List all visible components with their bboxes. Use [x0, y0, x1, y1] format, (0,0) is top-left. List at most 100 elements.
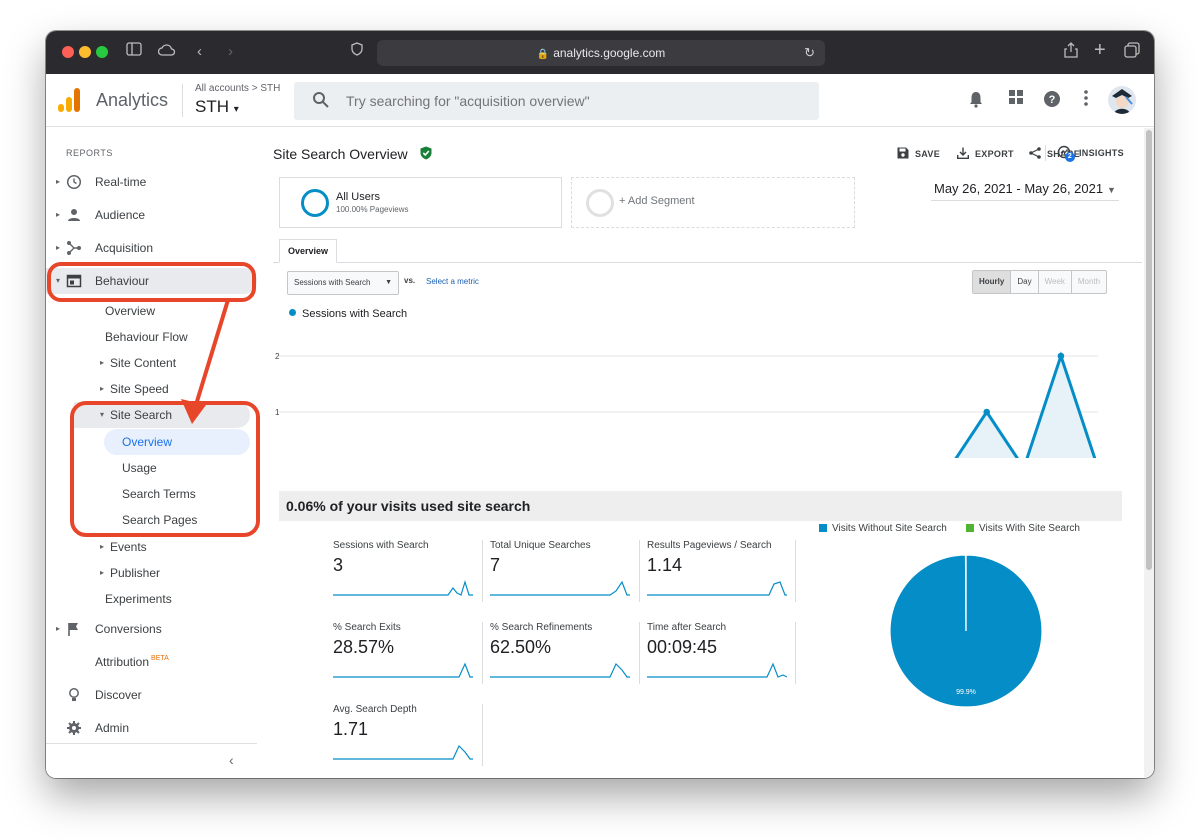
metric-label: Avg. Search Depth [333, 704, 417, 715]
search-bar[interactable] [294, 82, 819, 120]
sparkline [333, 579, 473, 596]
tile-divider [482, 704, 483, 766]
metric-tile[interactable]: Sessions with Search 3 [325, 540, 482, 602]
insights-button[interactable]: 2 INSIGHTS [1057, 145, 1124, 162]
user-avatar[interactable] [1108, 86, 1136, 114]
app-name: Analytics [96, 90, 169, 110]
apps-grid-icon[interactable] [1006, 90, 1026, 110]
site-search-pie-chart: 99.9% [889, 554, 1043, 708]
share-icon[interactable] [1064, 42, 1078, 64]
add-segment-button[interactable]: + Add Segment [571, 177, 855, 228]
metric-label: Total Unique Searches [490, 540, 591, 551]
sidebar-item-site-search[interactable]: ▾ Site Search [74, 402, 250, 428]
sidebar-item-attribution[interactable]: Attribution BETA [46, 649, 257, 675]
metric-value: 7 [490, 555, 501, 575]
reports-heading: REPORTS [66, 148, 113, 158]
granularity-toggle: Hourly Day Week Month [972, 270, 1108, 294]
tab-overview[interactable]: Overview [279, 239, 337, 263]
scrollbar-thumb[interactable] [1146, 130, 1152, 570]
analytics-logo[interactable] [58, 88, 80, 112]
site-search-summary: 0.06% of your visits used site search [279, 491, 1122, 521]
export-button[interactable]: EXPORT [957, 147, 1014, 159]
help-icon[interactable]: ? [1042, 90, 1062, 110]
metric-label: % Search Refinements [490, 622, 593, 633]
sidebar-item-publisher[interactable]: ▸ Publisher [46, 560, 257, 586]
sidebar-item-behaviour[interactable]: ▾ Behaviour [46, 268, 257, 294]
collapse-sidebar-icon[interactable]: ‹ [229, 752, 234, 768]
sidebar-item-label: Acquisition [95, 241, 154, 255]
forward-icon[interactable]: › [228, 42, 233, 62]
report-main: Site Search Overview SAVE EXPORT SHARE 2… [257, 128, 1144, 778]
sidebar-item-site-search-overview[interactable]: Overview [104, 429, 250, 455]
sidebar-item-label: Behaviour [95, 274, 150, 288]
new-tab-icon[interactable]: + [1094, 40, 1106, 60]
line-chart-legend: Sessions with Search [289, 308, 407, 320]
sidebar-divider [46, 743, 257, 744]
sidebar-item-label: Site Content [110, 356, 177, 370]
date-range-dropdown-icon[interactable]: ▼ [1107, 185, 1116, 195]
search-input[interactable] [346, 82, 806, 120]
minimize-window-button[interactable] [79, 46, 91, 58]
more-options-icon[interactable] [1076, 90, 1096, 110]
sidebar-toggle-icon[interactable] [126, 42, 142, 62]
metric-value: 62.50% [490, 637, 552, 657]
sidebar-item-experiments[interactable]: Experiments [46, 586, 257, 612]
beta-badge: BETA [151, 655, 169, 662]
notifications-bell-icon[interactable] [966, 90, 986, 110]
metric-tile[interactable]: % Search Exits 28.57% [325, 622, 482, 684]
week-button[interactable]: Week [1039, 271, 1072, 293]
segment-ring-icon [301, 189, 329, 217]
sidebar-item-audience[interactable]: ▸ Audience [46, 202, 257, 228]
sidebar-item-events[interactable]: ▸ Events [46, 534, 257, 560]
sidebar-item-realtime[interactable]: ▸ Real-time [46, 169, 257, 195]
sidebar-item-search-pages[interactable]: Search Pages [46, 507, 257, 533]
icloud-tabs-icon[interactable] [157, 42, 176, 62]
select-metric-link[interactable]: Select a metric [426, 277, 479, 286]
date-range-picker[interactable]: May 26, 2021 - May 26, 2021 [934, 181, 1103, 196]
expand-caret-icon: ▸ [56, 243, 61, 252]
metric-tile[interactable]: Results Pageviews / Search 1.14 [639, 540, 796, 602]
reload-icon[interactable]: ↻ [804, 40, 815, 66]
tab-overview-icon[interactable] [1124, 42, 1140, 64]
metric-tile[interactable]: Avg. Search Depth 1.71 [325, 704, 482, 766]
sidebar-item-site-content[interactable]: ▸ Site Content [46, 350, 257, 376]
y-tick-label: 1 [275, 408, 280, 417]
metric-value: 1.14 [647, 555, 683, 575]
sidebar-item-discover[interactable]: Discover [46, 682, 257, 708]
data-point [1057, 352, 1065, 360]
day-button[interactable]: Day [1011, 271, 1039, 293]
metric-tile[interactable]: Total Unique Searches 7 [482, 540, 639, 602]
sidebar-item-behaviour-flow[interactable]: Behaviour Flow [46, 324, 257, 350]
metric-tile[interactable]: % Search Refinements 62.50% [482, 622, 639, 684]
sidebar-item-conversions[interactable]: ▸ Conversions [46, 616, 257, 642]
privacy-shield-icon[interactable] [351, 42, 363, 62]
sidebar-item-usage[interactable]: Usage [46, 455, 257, 481]
tab-baseline [273, 262, 1142, 263]
hourly-button[interactable]: Hourly [973, 271, 1012, 293]
sidebar-item-site-speed[interactable]: ▸ Site Speed [46, 376, 257, 402]
sidebar-item-label: Usage [122, 461, 157, 475]
segment-all-users[interactable]: All Users 100.00% Pageviews [279, 177, 562, 228]
account-breadcrumb[interactable]: All accounts > STH [195, 83, 280, 94]
download-icon [957, 147, 969, 159]
sidebar-item-acquisition[interactable]: ▸ Acquisition [46, 235, 257, 261]
save-button[interactable]: SAVE [897, 147, 940, 159]
month-button[interactable]: Month [1072, 271, 1106, 293]
sidebar-item-search-terms[interactable]: Search Terms [46, 481, 257, 507]
back-icon[interactable]: ‹ [197, 42, 202, 62]
expand-caret-icon: ▸ [100, 568, 105, 577]
page-scrollbar[interactable] [1144, 128, 1154, 778]
legend-swatch [819, 524, 827, 532]
account-selector[interactable]: STH ▾ [195, 97, 239, 117]
metric-selector[interactable]: Sessions with Search ▼ [287, 271, 399, 295]
sidebar-item-admin[interactable]: Admin [46, 715, 257, 741]
sidebar-item-behaviour-overview[interactable]: Overview [46, 298, 257, 324]
sidebar-item-label: Site Speed [110, 382, 169, 396]
metric-tile[interactable]: Time after Search 00:09:45 [639, 622, 796, 684]
zoom-window-button[interactable] [96, 46, 108, 58]
pie-legend-item: Visits Without Site Search [819, 523, 947, 534]
close-window-button[interactable] [62, 46, 74, 58]
header-divider [182, 84, 183, 117]
url-text: analytics.google.com [553, 46, 666, 60]
address-bar[interactable]: 🔒 analytics.google.com ↻ [377, 40, 825, 66]
